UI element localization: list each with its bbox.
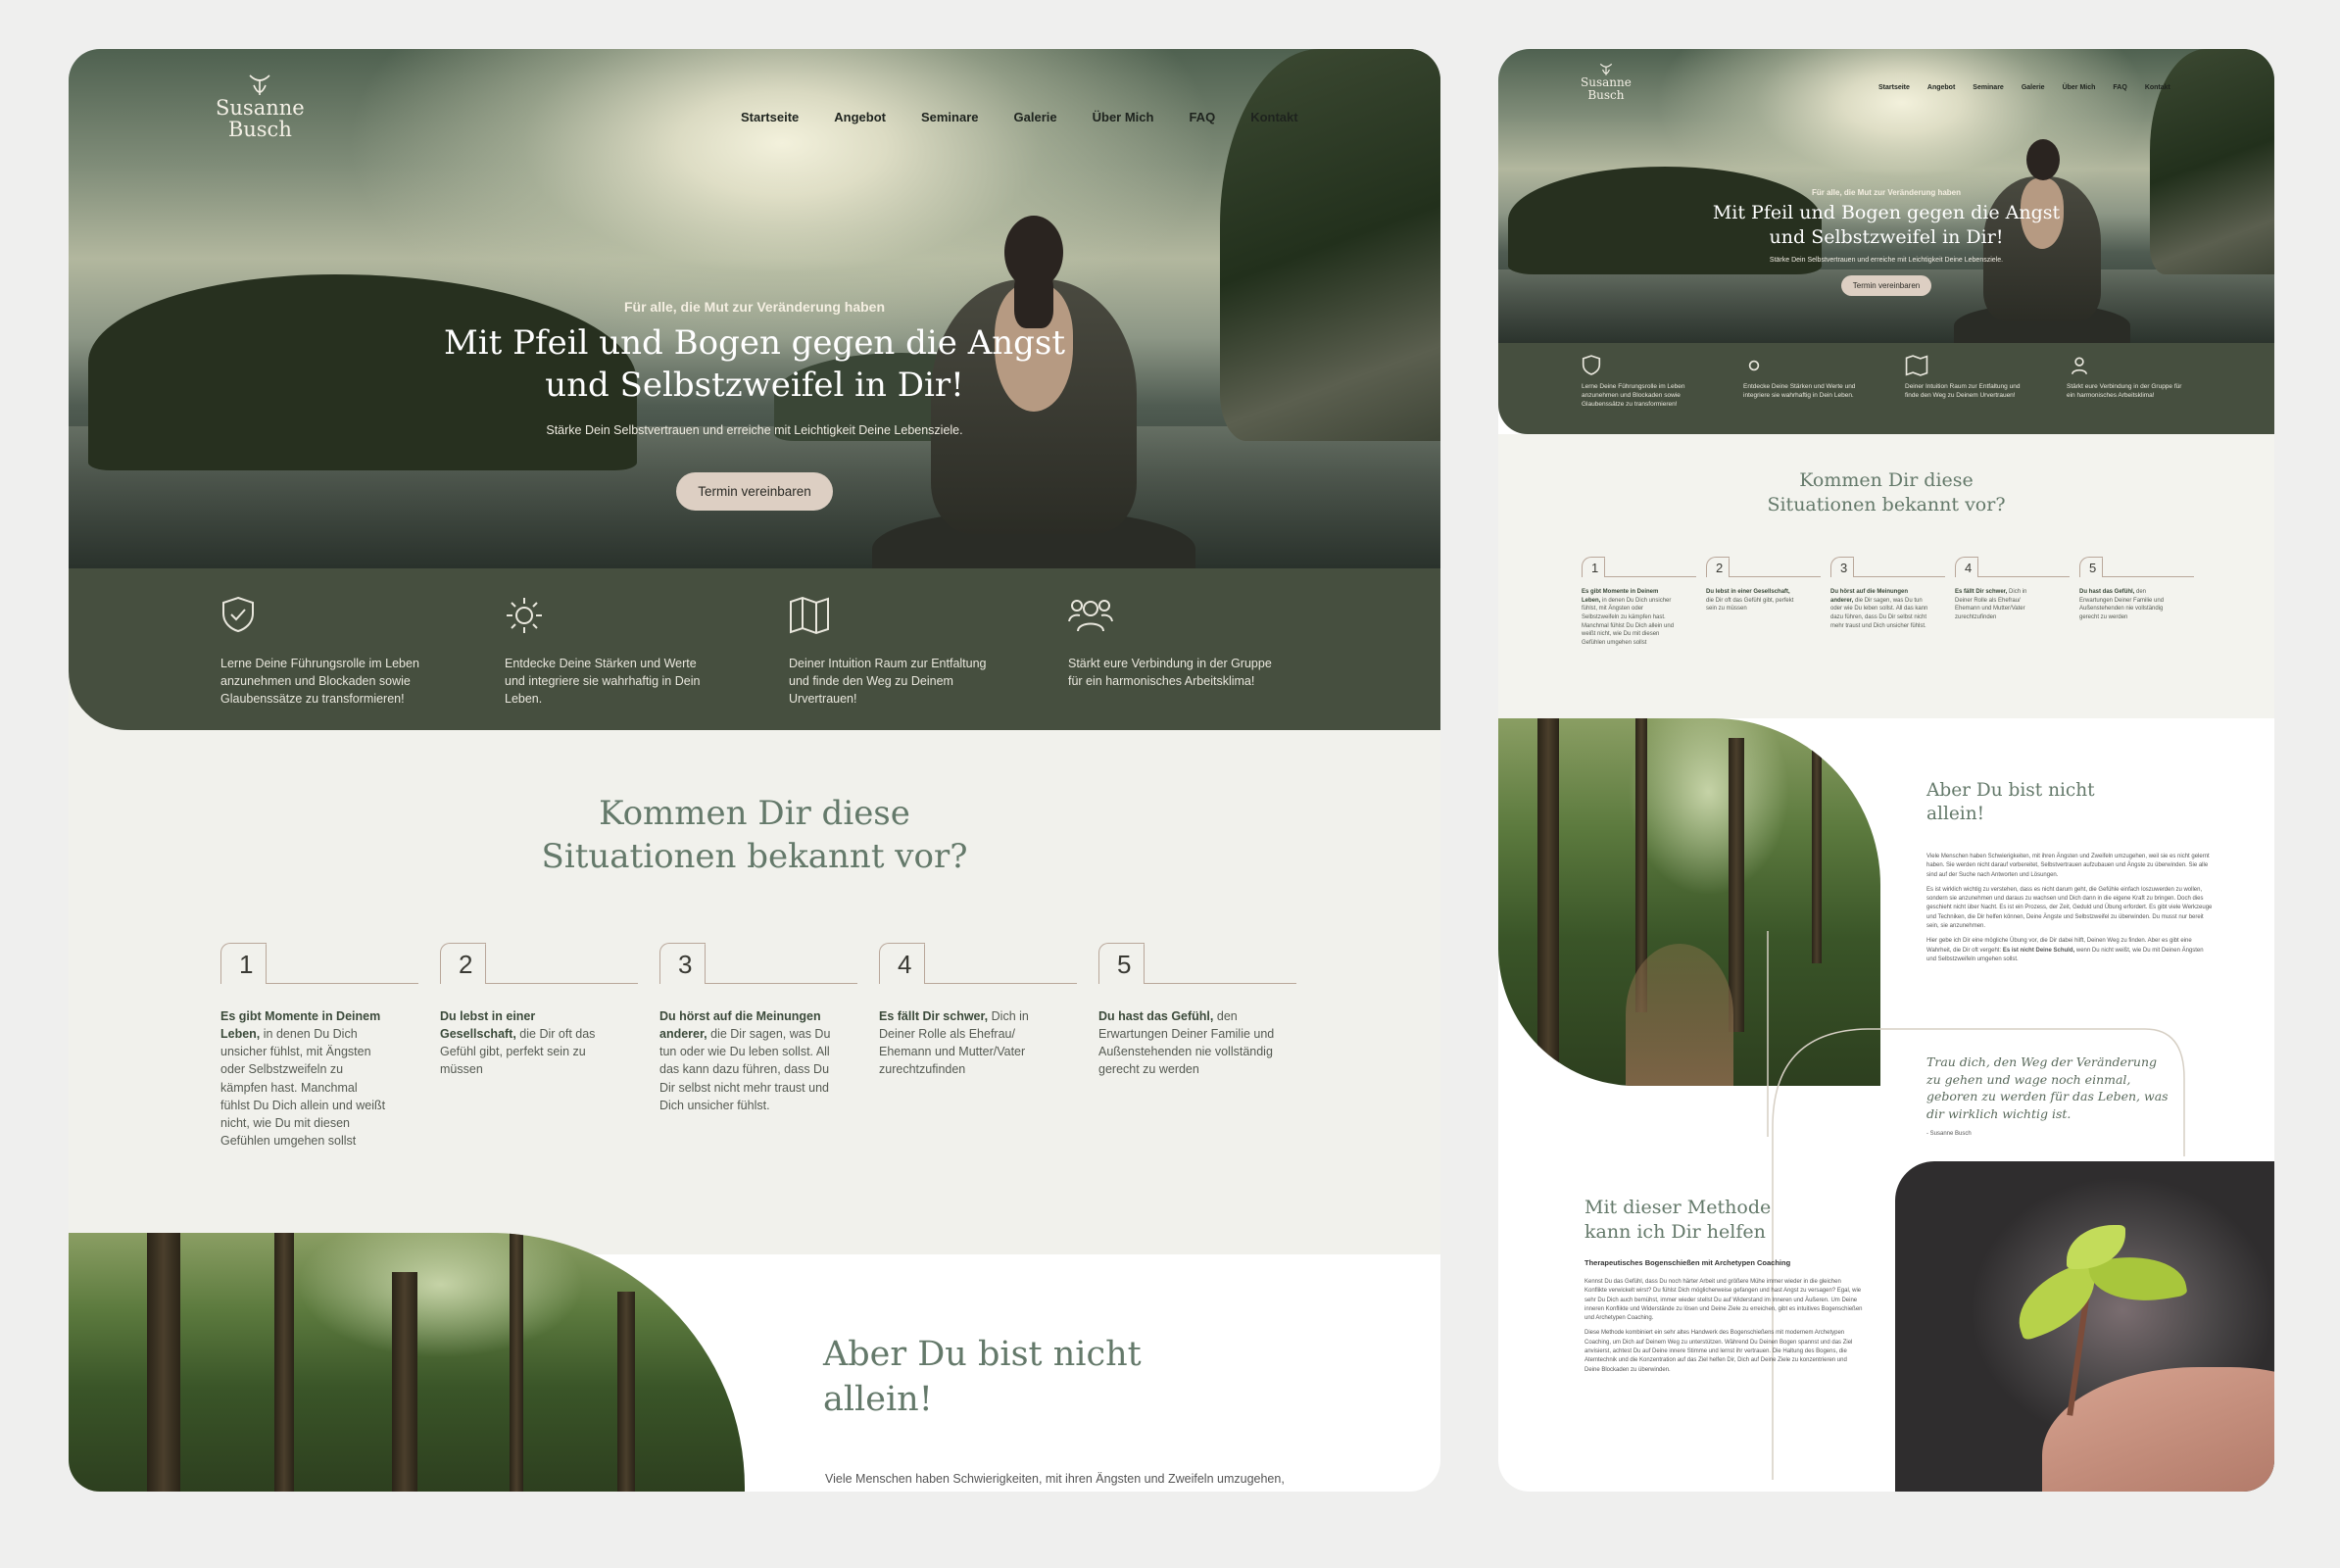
nav-seminare[interactable]: Seminare [921, 110, 979, 124]
method-title: Mit dieser Methode kann ich Dir helfen [1584, 1197, 1772, 1243]
main-nav: Startseite Angebot Seminare Galerie Über… [741, 110, 1298, 124]
step-4: 4 Es fällt Dir schwer, Dich in Deiner Ro… [879, 943, 1098, 1150]
method-subtitle: Therapeutisches Bogenschießen mit Archet… [1584, 1258, 1791, 1267]
hero-section: Susanne Busch Startseite Angebot Seminar… [69, 49, 1440, 573]
forest-image [69, 1233, 745, 1492]
desktop-mockup: Susanne Busch Startseite Angebot Seminar… [69, 49, 1440, 1492]
feature-2: Entdecke Deine Stärken und Werte und int… [505, 596, 789, 730]
nav-startseite[interactable]: Startseite [741, 110, 799, 124]
situations-steps: 1 Es gibt Momente in Deinem Leben, in de… [220, 943, 1318, 1150]
nav-angebot[interactable]: Angebot [834, 110, 886, 124]
step-2: 2 Du lebst in einer Gesellschaft, die Di… [440, 943, 659, 1150]
nav-galerie[interactable]: Galerie [1014, 110, 1057, 124]
alone-title: Aber Du bist nicht allein! [823, 1335, 1142, 1419]
hero-subtitle: Für alle, die Mut zur Veränderung haben [623, 299, 886, 315]
situations-title: Kommen Dir diese Situationen bekannt vor… [541, 794, 968, 877]
method-text: Kennst Du das Gefühl, dass Du noch härte… [1584, 1279, 1863, 1373]
archer-logo-icon [249, 74, 270, 95]
hero-title: Mit Pfeil und Bogen gegen die Angst und … [443, 323, 1066, 405]
nav-kontakt[interactable]: Kontakt [1250, 110, 1297, 124]
map-icon [790, 596, 829, 635]
seedling-hand-image [1895, 1161, 2274, 1492]
logo-first-name: Susanne [216, 96, 305, 120]
shield-check-icon [222, 596, 254, 633]
feature-3: Deiner Intuition Raum zur Entfaltung und… [789, 596, 1068, 730]
hero-lead: Stärke Dein Selbstvertrauen und erreiche… [546, 423, 963, 437]
feature-4: Stärkt eure Verbindung in der Gruppe für… [1068, 596, 1352, 730]
features-band: Lerne Deine Führungsrolle im Leben anzun… [69, 568, 1440, 730]
step-3: 3 Du hörst auf die Meinungen anderer, di… [659, 943, 879, 1150]
sun-icon [507, 598, 542, 633]
logo[interactable]: Susanne Busch [216, 74, 305, 140]
step-5: 5 Du hast das Gefühl, den Erwartungen De… [1098, 943, 1318, 1150]
hero-content: Für alle, die Mut zur Veränderung haben … [363, 299, 1146, 511]
feature-1: Lerne Deine Führungsrolle im Leben anzun… [220, 596, 505, 730]
step-1: 1 Es gibt Momente in Deinem Leben, in de… [220, 943, 440, 1150]
users-icon [1068, 600, 1113, 632]
logo-last-name: Busch [227, 118, 292, 142]
cliff-image [1220, 49, 1440, 441]
quote: Trau dich, den Weg der Veränderung zu ge… [1926, 1054, 2169, 1137]
alone-intro: Viele Menschen haben Schwierigkeiten, mi… [825, 1472, 1285, 1486]
nav-ueber-mich[interactable]: Über Mich [1093, 110, 1154, 124]
fullpage-mockup: Susanne Busch Startseite Angebot Seminar… [1498, 49, 2274, 1492]
alone-section: Aber Du bist nicht allein! Viele Mensche… [69, 1233, 1440, 1492]
cta-button[interactable]: Termin vereinbaren [676, 472, 833, 511]
nav-faq[interactable]: FAQ [1189, 110, 1215, 124]
